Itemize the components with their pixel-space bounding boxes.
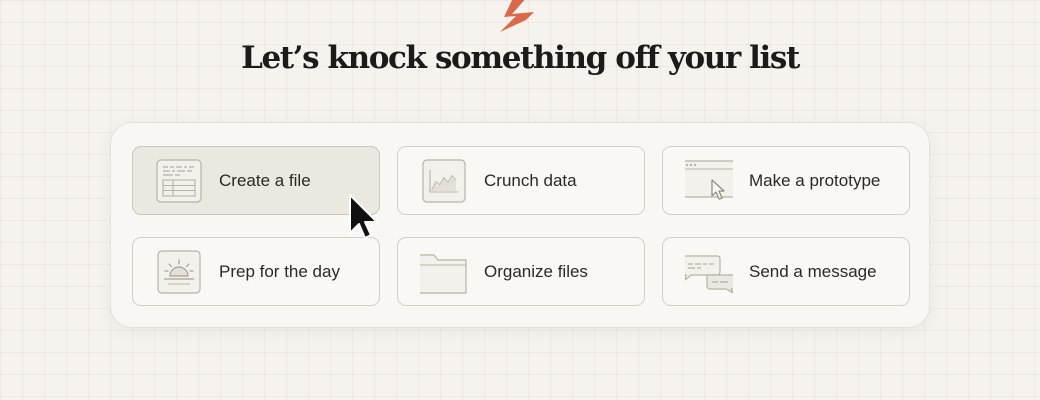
create-file-button[interactable]: Create a file [132,146,380,215]
crunch-data-button[interactable]: Crunch data [397,146,645,215]
make-prototype-button[interactable]: Make a prototype [662,146,910,215]
mouse-cursor-icon [349,194,378,239]
browser-window-cursor-icon [685,160,733,200]
spreadsheet-icon [156,159,202,203]
organize-files-button[interactable]: Organize files [397,237,645,306]
send-message-button[interactable]: Send a message [662,237,910,306]
card-label: Crunch data [484,171,577,190]
chat-bubbles-icon [685,255,733,294]
card-label: Organize files [484,262,588,281]
sunrise-icon [157,250,201,294]
folder-icon [420,254,467,294]
card-label: Prep for the day [219,262,340,281]
page-headline: Let’s knock something off your list [241,40,800,76]
line-chart-icon [422,159,466,203]
card-label: Create a file [219,171,311,190]
card-label: Send a message [749,262,877,281]
card-label: Make a prototype [749,171,881,190]
claude-logo-icon [500,0,534,32]
task-suggestions-panel: Create a file Crunch data Make a prototy… [110,122,930,328]
prep-for-day-button[interactable]: Prep for the day [132,237,380,306]
